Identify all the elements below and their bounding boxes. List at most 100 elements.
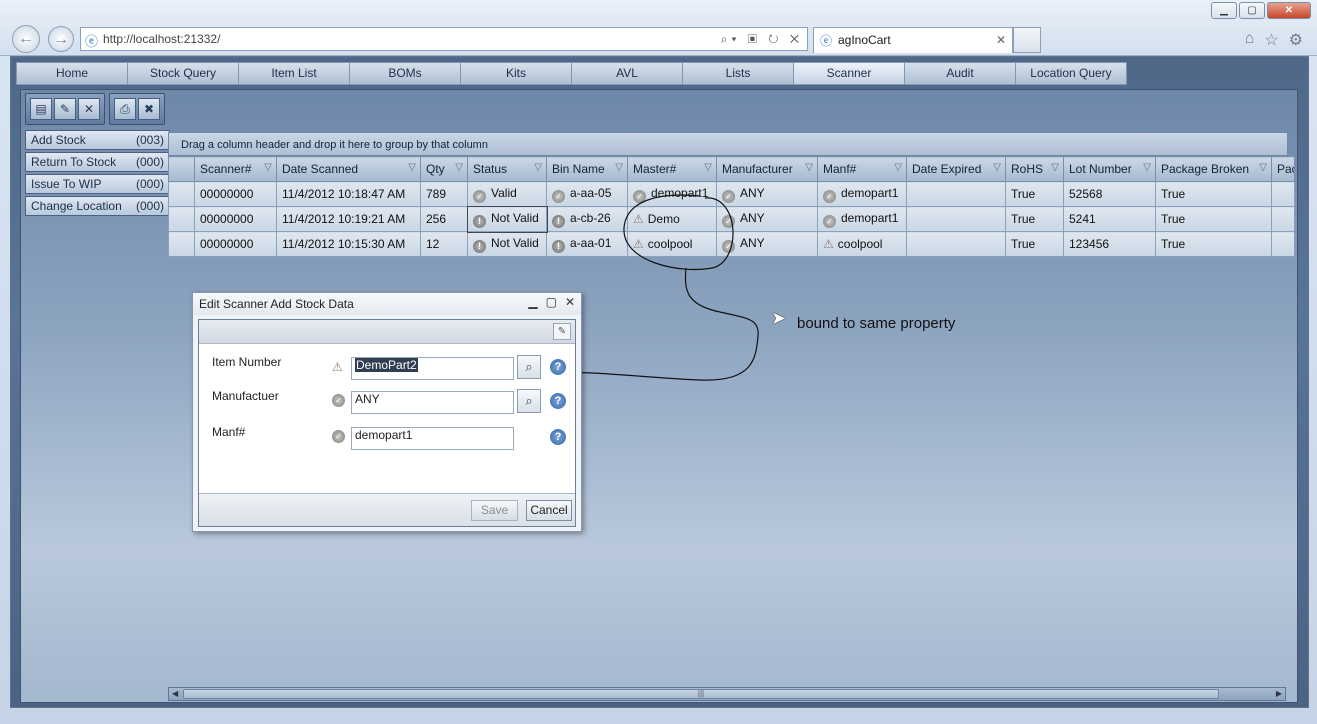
cell-rohs[interactable]: True [1005, 206, 1064, 232]
back-icon[interactable]: ← [12, 25, 40, 53]
help-icon[interactable]: ? [550, 393, 566, 409]
pencil-icon[interactable]: ✎ [553, 323, 571, 340]
filter-icon[interactable]: ▽ [805, 162, 813, 173]
col-header[interactable]: Pac [1271, 156, 1295, 182]
table-row[interactable]: 00000000 11/4/2012 10:19:21 AM 256 ! Not … [168, 205, 1295, 233]
action-return-to-stock[interactable]: Return To Stock (000) [25, 152, 170, 172]
address-bar[interactable]: ⓔ http://localhost:21332/ ⌕▾ ▣ ↻ ✕ [80, 27, 808, 51]
col-header[interactable]: Status ▽ [467, 156, 547, 182]
search-icon[interactable]: ⌕▾ [721, 32, 741, 46]
row-indicator[interactable] [168, 181, 195, 207]
col-header[interactable]: Manf# ▽ [817, 156, 907, 182]
gear-icon[interactable]: ⚙ [1289, 30, 1303, 50]
cell-bin[interactable]: ! a-cb-26 [546, 206, 628, 232]
table-row[interactable]: 00000000 11/4/2012 10:15:30 AM 12 ! Not V… [168, 231, 1295, 257]
cell-manufacturer[interactable]: ✓ ANY [716, 206, 818, 232]
cell-qty[interactable]: 12 [420, 231, 468, 257]
filter-icon[interactable]: ▽ [1051, 162, 1059, 173]
cell-bin[interactable]: ✓ a-aa-05 [546, 181, 628, 207]
horizontal-scrollbar[interactable]: ◀ ||| ▶ [168, 687, 1286, 701]
col-header[interactable]: Lot Number ▽ [1063, 156, 1156, 182]
cell-status[interactable]: ! Not Valid [467, 231, 547, 257]
col-header[interactable]: Scanner# ▽ [194, 156, 277, 182]
col-header[interactable]: Package Broken ▽ [1155, 156, 1272, 182]
save-button[interactable]: Save [471, 500, 518, 521]
cancel-button[interactable]: Cancel [526, 500, 572, 521]
cell-master[interactable]: ⚠ coolpool [627, 231, 717, 257]
filter-icon[interactable]: ▽ [1143, 162, 1151, 173]
cell-master[interactable]: ✓ demopart1 [627, 181, 717, 207]
filter-icon[interactable]: ▽ [894, 162, 902, 173]
action-change-location[interactable]: Change Location (000) [25, 196, 170, 216]
col-header[interactable]: Bin Name ▽ [546, 156, 628, 182]
tab-home[interactable]: Home [16, 62, 128, 85]
search-icon[interactable]: ⌕ [517, 355, 541, 379]
excel-icon[interactable]: ✖ [138, 98, 160, 120]
tab-kits[interactable]: Kits [460, 62, 572, 85]
cell-manufacturer[interactable]: ✓ ANY [716, 181, 818, 207]
new-tab-button[interactable] [1013, 27, 1041, 53]
cell-master[interactable]: ⚠ Demo [627, 206, 717, 232]
cell-rohs[interactable]: True [1005, 181, 1064, 207]
manf-input[interactable]: demopart1 [351, 427, 514, 450]
filter-icon[interactable]: ▽ [408, 162, 416, 173]
cell-pac[interactable] [1271, 181, 1295, 207]
col-header[interactable]: RoHS ▽ [1005, 156, 1064, 182]
cell-broken[interactable]: True [1155, 231, 1272, 257]
cell-date[interactable]: 11/4/2012 10:15:30 AM [276, 231, 421, 257]
scroll-thumb[interactable]: ||| [183, 689, 1219, 699]
col-header[interactable]: Qty ▽ [420, 156, 468, 182]
cell-scanner[interactable]: 00000000 [194, 206, 277, 232]
filter-icon[interactable]: ▽ [455, 162, 463, 173]
tab-scanner[interactable]: Scanner [793, 62, 905, 85]
cell-scanner[interactable]: 00000000 [194, 181, 277, 207]
manufacturer-input[interactable]: ANY [351, 391, 514, 414]
cell-expired[interactable] [906, 206, 1006, 232]
row-indicator[interactable] [168, 206, 195, 232]
cell-manf[interactable]: ⚠ coolpool [817, 231, 907, 257]
cell-scanner[interactable]: 00000000 [194, 231, 277, 257]
cell-lot[interactable]: 123456 [1063, 231, 1156, 257]
cell-expired[interactable] [906, 231, 1006, 257]
cell-pac[interactable] [1271, 231, 1295, 257]
edit-icon[interactable]: ✎ [54, 98, 76, 120]
filter-icon[interactable]: ▽ [704, 162, 712, 173]
tab-audit[interactable]: Audit [904, 62, 1016, 85]
action-add-stock[interactable]: Add Stock (003) [25, 130, 170, 150]
action-issue-to-wip[interactable]: Issue To WIP (000) [25, 174, 170, 194]
tab-boms[interactable]: BOMs [349, 62, 461, 85]
col-header[interactable]: Master# ▽ [627, 156, 717, 182]
minimize-button[interactable]: ▁ [1211, 2, 1237, 19]
search-icon[interactable]: ⌕ [517, 389, 541, 413]
cell-expired[interactable] [906, 181, 1006, 207]
cell-broken[interactable]: True [1155, 181, 1272, 207]
cell-bin[interactable]: ! a-aa-01 [546, 231, 628, 257]
filter-icon[interactable]: ▽ [264, 162, 272, 173]
close-tab-icon[interactable]: ✕ [996, 28, 1006, 52]
cell-qty[interactable]: 256 [420, 206, 468, 232]
print-icon[interactable]: ⎙ [114, 98, 136, 120]
browser-tab[interactable]: ⓔ agInoCart ✕ [813, 27, 1013, 53]
tab-item-list[interactable]: Item List [238, 62, 350, 85]
help-icon[interactable]: ? [550, 429, 566, 445]
refresh-icon[interactable]: ↻ [768, 32, 782, 46]
delete-icon[interactable]: ✕ [78, 98, 100, 120]
cell-manf[interactable]: ✓ demopart1 [817, 181, 907, 207]
filter-icon[interactable]: ▽ [534, 162, 542, 173]
col-header[interactable]: Date Scanned ▽ [276, 156, 421, 182]
filter-icon[interactable]: ▽ [1259, 162, 1267, 173]
close-window-button[interactable]: ✕ [1267, 2, 1311, 19]
cell-manufacturer[interactable]: ✓ ANY [716, 231, 818, 257]
row-indicator[interactable] [168, 231, 195, 257]
cell-status[interactable]: ! Not Valid [466, 205, 548, 233]
home-icon[interactable]: ⌂ [1245, 30, 1255, 50]
dialog-maximize-icon[interactable]: ▢ [546, 295, 557, 309]
cell-lot[interactable]: 5241 [1063, 206, 1156, 232]
forward-icon[interactable]: → [48, 26, 74, 52]
dialog-close-icon[interactable]: ✕ [565, 295, 575, 309]
scroll-left-icon[interactable]: ◀ [172, 688, 178, 700]
item-number-input[interactable]: DemoPart2 [351, 357, 514, 380]
col-header[interactable]: Date Expired ▽ [906, 156, 1006, 182]
favorites-icon[interactable]: ☆ [1264, 30, 1278, 50]
tab-lists[interactable]: Lists [682, 62, 794, 85]
